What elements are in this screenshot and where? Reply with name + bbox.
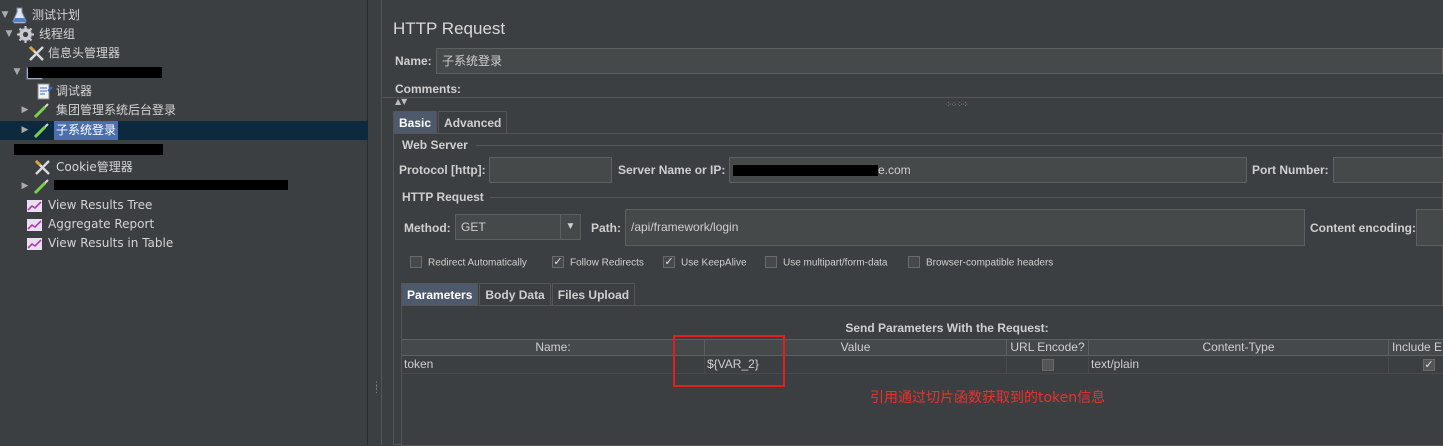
checkmark-icon[interactable]: ✓ [1423,359,1435,371]
redaction-bar [733,165,878,177]
tab-basic[interactable]: Basic [393,111,438,133]
http-request-title: HTTP Request [402,190,484,204]
checkmark-icon[interactable]: ✓ [663,256,675,268]
expand-arrow-icon[interactable]: ▼ [12,63,22,82]
checkmark-icon[interactable]: ✓ [552,256,564,268]
port-field[interactable] [1333,157,1443,183]
method-select[interactable]: GET ▼ [455,214,581,240]
divider-grip-icon[interactable]: ⋮ ⋮ [372,382,381,398]
port-label: Port Number: [1252,163,1329,177]
server-field[interactable]: e.com [729,157,1247,183]
tab-files-upload[interactable]: Files Upload [551,283,636,305]
graph-icon [27,219,42,231]
flask-icon [12,7,27,24]
checkbox-box[interactable] [410,256,422,268]
follow-redirects-checkbox[interactable]: ✓ Follow Redirects [552,256,644,269]
expand-arrow-icon[interactable]: ▼ [0,6,10,25]
graph-icon [27,238,42,250]
checkbox-label: Use multipart/form-data [783,257,888,269]
pipette-icon [33,123,49,139]
checkbox-label: Browser-compatible headers [926,257,1054,269]
server-label: Server Name or IP: [618,163,726,177]
tree-node-label: View Results Tree [48,198,153,212]
protocol-field[interactable] [489,157,612,183]
column-header-name[interactable]: Name: [402,340,705,356]
cell-name[interactable]: token [402,357,705,373]
column-header-include-equals[interactable]: Include E [1389,340,1443,356]
path-label: Path: [591,221,621,235]
parameters-panel: Send Parameters With the Request: Name: … [401,305,1443,446]
content-encoding-field[interactable] [1416,209,1443,246]
url-encode-checkbox[interactable] [1041,359,1054,371]
table-row[interactable]: token ${VAR_2} text/plain ✓ [402,357,1443,374]
parameters-table-header: Name: Value URL Encode? Content-Type Inc… [402,339,1443,356]
tree-node-label: Cookie管理器 [56,160,133,174]
column-header-url-encode[interactable]: URL Encode? [1007,340,1089,356]
tab-advanced[interactable]: Advanced [438,111,508,133]
web-server-title: Web Server [402,138,468,152]
cell-content-type[interactable]: text/plain [1089,357,1389,373]
tree-node-label: 线程组 [39,27,76,41]
http-request-panel: HTTP Request Name: 子系统登录 Comments: ▲▼ ⁘⁘… [383,0,1443,446]
comments-field[interactable] [383,80,1443,98]
page-title: HTTP Request [393,19,506,38]
tree-node-label: 测试计划 [32,8,81,22]
name-field[interactable]: 子系统登录 [436,48,1443,74]
pipette-icon [33,179,49,195]
tab-body-data[interactable]: Body Data [479,283,551,305]
browser-compatible-headers-checkbox[interactable]: Browser-compatible headers [908,256,1054,269]
tree-node-label: 信息头管理器 [48,46,121,60]
checkbox-box[interactable] [908,256,920,268]
protocol-label: Protocol [http]: [399,163,486,177]
split-pane-divider[interactable]: ⋮ ⋮ [368,0,382,445]
content-encoding-label: Content encoding: [1310,221,1416,235]
annotation-text: 引用通过切片函数获取到的token信息 [870,390,1106,406]
redirect-automatically-checkbox[interactable]: Redirect Automatically [410,256,527,269]
redaction-bar [54,180,288,190]
name-label: Name: [395,54,432,68]
pipette-icon [33,103,49,119]
redaction-bar [28,67,162,78]
parameters-caption: Send Parameters With the Request: [845,321,1049,335]
main-tabbar: Basic Advanced [393,111,508,133]
cell-include-equals[interactable]: ✓ [1389,357,1443,373]
tree-node-label: 集团管理系统后台登录 [56,103,177,117]
collapse-arrow-icon[interactable]: ▶ [20,121,30,140]
resize-handle-icon[interactable]: ⁘⁘⁘⁘ [945,100,969,109]
highlight-box [673,335,785,387]
parameters-tabbar: Parameters Body Data Files Upload [401,283,636,305]
section-divider [490,197,1443,198]
test-plan-tree: ▼ 测试计划 ▼ 线程组 信息头管理器 ▼ 调试器 ▶ 集团管理系统后台登录 ▶… [0,0,368,445]
server-field-value: e.com [878,163,911,177]
method-value: GET [461,220,486,234]
method-label: Method: [404,221,451,235]
use-keepalive-checkbox[interactable]: ✓ Use KeepAlive [663,256,747,269]
path-field[interactable]: /api/framework/login [625,209,1305,246]
graph-icon [27,200,42,212]
section-divider [476,145,1443,146]
checkbox-label: Redirect Automatically [428,257,527,269]
collapse-arrows-icon[interactable]: ▲▼ [395,97,407,106]
checkbox-label: Follow Redirects [570,257,644,269]
redaction-bar [14,144,163,155]
column-header-content-type[interactable]: Content-Type [1089,340,1389,356]
script-icon [37,83,53,100]
tree-node-label: 调试器 [56,84,93,98]
cell-url-encode[interactable] [1007,357,1089,373]
gear-icon [17,26,34,43]
checkbox-box[interactable] [765,256,777,268]
tree-node-label: Aggregate Report [48,217,155,231]
expand-arrow-icon[interactable]: ▼ [4,25,14,44]
tab-parameters[interactable]: Parameters [401,283,479,305]
tools-icon [28,45,44,61]
chevron-down-icon[interactable]: ▼ [560,215,580,239]
tree-node-label: 子系统登录 [54,121,119,140]
use-multipart-checkbox[interactable]: Use multipart/form-data [765,256,888,269]
collapse-arrow-icon[interactable]: ▶ [20,101,30,120]
tree-node-label: View Results in Table [48,236,174,250]
collapse-arrow-icon[interactable]: ▶ [20,177,30,196]
tools-icon [34,159,50,175]
checkbox-label: Use KeepAlive [681,257,747,269]
